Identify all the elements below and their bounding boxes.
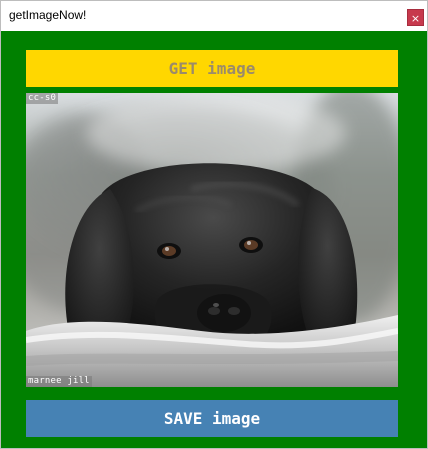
license-label: cc-s0 [26,93,59,104]
get-image-button[interactable]: GET image [26,50,398,87]
dog-photo-illustration [26,93,398,387]
close-button[interactable]: × [407,9,424,26]
close-icon: × [410,12,421,25]
save-image-button[interactable]: SAVE image [26,400,398,437]
title-bar[interactable]: getImageNow! × [1,1,427,31]
app-window: getImageNow! × GET image cc-s0 marnee ji… [0,0,428,449]
dog-image: cc-s0 marnee jill [26,93,398,387]
main-panel: GET image cc-s0 marnee jill SAVE image [1,31,427,448]
author-label: marnee jill [26,376,92,387]
window-title: getImageNow! [9,8,87,22]
